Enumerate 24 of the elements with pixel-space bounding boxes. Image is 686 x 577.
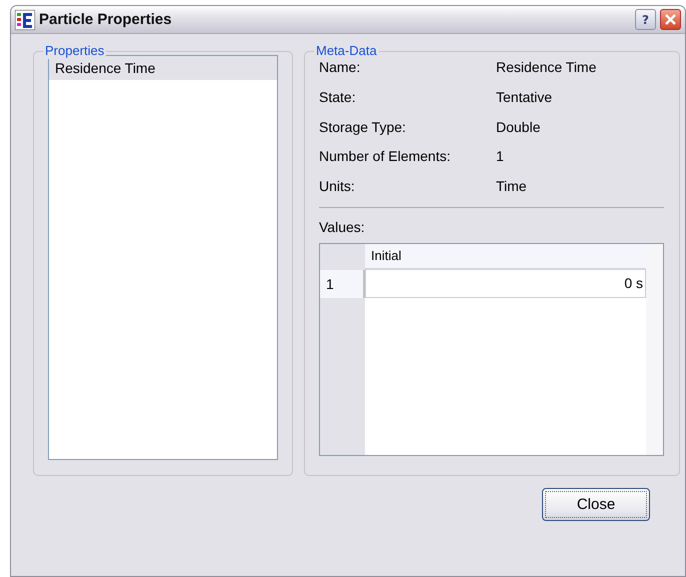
field-value: Time (496, 177, 528, 196)
column-header[interactable]: Initial (365, 244, 646, 270)
close-icon (665, 14, 676, 25)
field-value: Residence Time (496, 58, 598, 77)
help-button[interactable]: ? (635, 9, 656, 30)
table-cell[interactable]: 0 s (365, 270, 646, 298)
field-label: Storage Type: (319, 118, 407, 137)
window-title: Particle Properties (39, 11, 173, 28)
field-value: Double (496, 118, 542, 137)
header-corner (320, 244, 365, 270)
field-value: 1 (496, 147, 505, 166)
field-value: Tentative (496, 88, 554, 107)
field-label: Number of Elements: (319, 147, 452, 166)
scrollbar[interactable] (646, 244, 663, 455)
field-label: State: (319, 88, 357, 107)
group-title: Properties (43, 43, 106, 59)
values-label: Values: (319, 218, 366, 235)
app-icon (15, 10, 35, 30)
row-header: 1 (320, 270, 365, 298)
field-label: Name: (319, 58, 362, 77)
list-item[interactable]: Residence Time (49, 56, 277, 80)
close-dialog-button[interactable]: Close (542, 488, 650, 521)
close-button[interactable] (660, 9, 681, 30)
field-label: Units: (319, 177, 356, 196)
